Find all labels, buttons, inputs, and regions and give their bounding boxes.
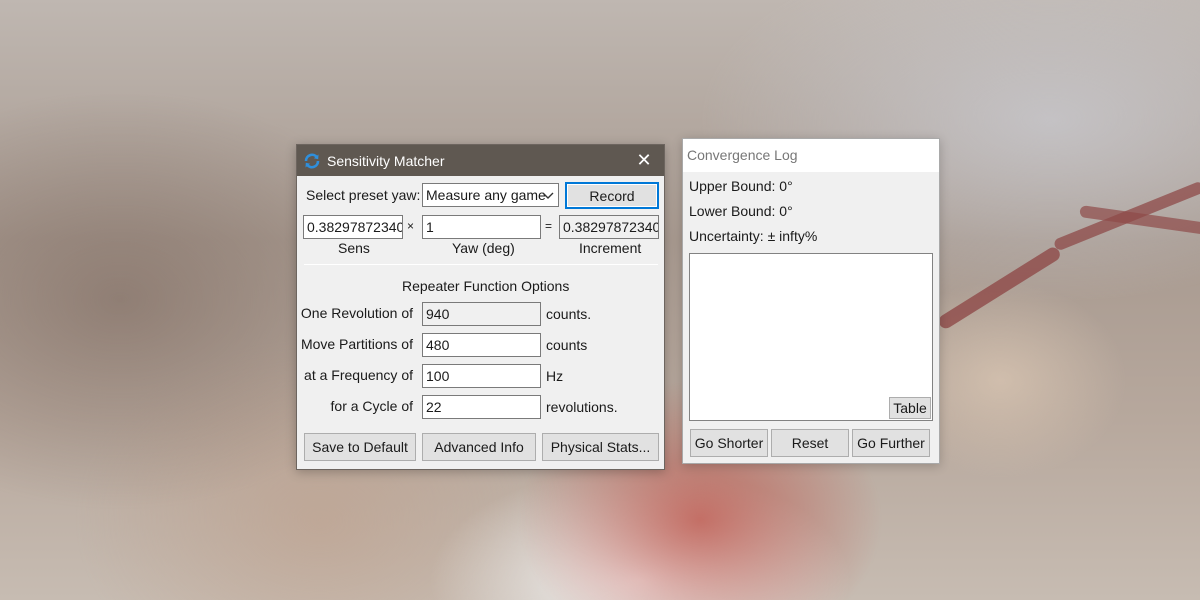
yaw-input[interactable]: 1 (422, 215, 541, 239)
save-to-default-button[interactable]: Save to Default (304, 433, 416, 461)
partitions-label: Move Partitions of (300, 336, 413, 352)
title-bar[interactable]: Sensitivity Matcher ✕ (297, 145, 664, 176)
close-icon[interactable]: ✕ (634, 150, 654, 170)
window-title: Sensitivity Matcher (327, 152, 445, 169)
table-button[interactable]: Table (889, 397, 931, 419)
preset-yaw-value: Measure any game (426, 187, 546, 203)
uncertainty-label: Uncertainty: ± infty% (689, 228, 818, 244)
preset-yaw-select[interactable]: Measure any game (422, 183, 559, 207)
advanced-info-button[interactable]: Advanced Info (422, 433, 536, 461)
lower-bound-label: Lower Bound: 0° (689, 203, 793, 219)
frequency-input[interactable]: 100 (422, 364, 541, 388)
equals-symbol: = (545, 219, 553, 233)
cycle-unit: revolutions. (546, 399, 618, 415)
yaw-caption: Yaw (deg) (452, 240, 515, 256)
preset-yaw-label: Select preset yaw: (306, 187, 421, 203)
upper-bound-label: Upper Bound: 0° (689, 178, 793, 194)
physical-stats-button[interactable]: Physical Stats... (542, 433, 659, 461)
frequency-label: at a Frequency of (304, 367, 413, 383)
sensitivity-matcher-window: Sensitivity Matcher ✕ Select preset yaw:… (296, 144, 665, 470)
reset-button[interactable]: Reset (771, 429, 849, 457)
sens-input[interactable]: 0.38297872340 (303, 215, 403, 239)
partitions-unit: counts (546, 337, 588, 353)
record-button[interactable]: Record (565, 182, 659, 209)
log-list[interactable]: Table (689, 253, 933, 421)
increment-output: 0.38297872340 (559, 215, 659, 239)
refresh-icon (303, 152, 321, 170)
repeater-options-header: Repeater Function Options (402, 278, 570, 294)
separator (304, 264, 658, 265)
sens-caption: Sens (338, 240, 370, 256)
revolution-unit: counts. (546, 306, 592, 322)
increment-caption: Increment (579, 240, 642, 256)
cycle-input[interactable]: 22 (422, 395, 541, 419)
chevron-down-icon (542, 186, 554, 206)
frequency-unit: Hz (546, 368, 564, 384)
times-symbol: × (407, 219, 415, 233)
background-branch (936, 244, 1063, 331)
go-further-button[interactable]: Go Further (852, 429, 930, 457)
log-window-title[interactable]: Convergence Log (683, 139, 939, 172)
revolution-counts-field: 940 (422, 302, 541, 326)
convergence-log-window: Convergence Log Upper Bound: 0° Lower Bo… (682, 138, 940, 464)
cycle-label: for a Cycle of (330, 398, 413, 414)
go-shorter-button[interactable]: Go Shorter (690, 429, 768, 457)
revolution-label: One Revolution of (300, 305, 413, 321)
partitions-input[interactable]: 480 (422, 333, 541, 357)
